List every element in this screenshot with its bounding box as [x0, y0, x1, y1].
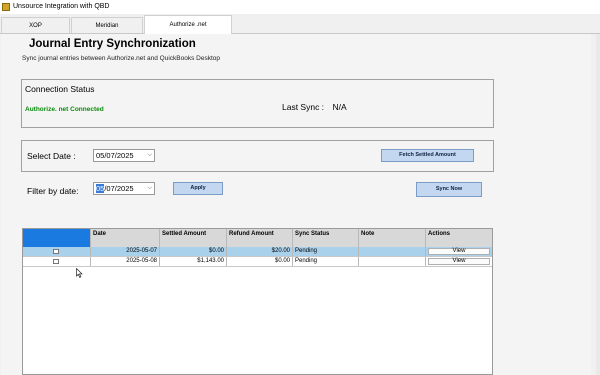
- select-date-label: Select Date :: [27, 151, 76, 161]
- select-date-value: 05/07/2025: [96, 151, 134, 160]
- page-subtitle: Sync journal entries between Authorize.n…: [22, 55, 221, 62]
- tab-meridian[interactable]: Meridian: [71, 17, 143, 33]
- app-icon: [2, 3, 10, 11]
- chevron-down-icon[interactable]: ⌵: [147, 150, 152, 161]
- actions-cell: View: [426, 247, 492, 256]
- window-edge: [596, 34, 600, 375]
- date-cell: 2025-05-07: [91, 247, 160, 256]
- tab-xop[interactable]: XOP: [1, 17, 70, 33]
- view-button[interactable]: View: [428, 248, 490, 255]
- fetch-settled-amount-button[interactable]: Fetch Settled Amount: [381, 149, 474, 162]
- connection-status-title: Connection Status: [25, 84, 95, 94]
- note-cell[interactable]: [359, 247, 426, 256]
- row-checkbox[interactable]: [53, 249, 59, 254]
- note-cell[interactable]: [359, 257, 426, 266]
- tab-strip: XOP Meridian Authorize .net: [0, 14, 600, 34]
- grid-header-date[interactable]: Date: [91, 229, 160, 247]
- select-date-picker[interactable]: 05/07/2025 ⌵: [93, 149, 155, 162]
- filter-by-date-label: Filter by date:: [27, 186, 79, 196]
- grid-header-row: Date Settled Amount Refund Amount Sync S…: [23, 229, 492, 247]
- refund-amount-cell: $20.00: [227, 247, 293, 256]
- grid-header-refund-amount[interactable]: Refund Amount: [227, 229, 293, 247]
- row-checkbox[interactable]: [53, 259, 59, 264]
- mouse-cursor-icon: [76, 268, 83, 278]
- date-cell: 2025-05-08: [91, 257, 160, 266]
- grid-header-actions[interactable]: Actions: [426, 229, 492, 247]
- connection-state-text: Authorize. net Connected: [25, 106, 104, 113]
- tab-authorize-net[interactable]: Authorize .net: [144, 15, 232, 34]
- last-sync-value: N/A: [332, 102, 347, 112]
- journal-entries-grid[interactable]: Date Settled Amount Refund Amount Sync S…: [22, 228, 493, 375]
- grid-header-settled-amount[interactable]: Settled Amount: [160, 229, 227, 247]
- grid-header-select[interactable]: [23, 229, 91, 247]
- sync-status-cell: Pending: [293, 247, 359, 256]
- filter-date-picker[interactable]: 05/07/2025 ⌵: [93, 182, 155, 195]
- settled-amount-cell: $1,143.00: [160, 257, 227, 266]
- table-row[interactable]: 2025-05-07 $0.00 $20.00 Pending View: [23, 247, 492, 257]
- chevron-down-icon[interactable]: ⌵: [147, 183, 152, 194]
- title-bar: Unsource Integration with QBD: [0, 0, 600, 14]
- page-title: Journal Entry Synchronization: [29, 38, 196, 50]
- window-title: Unsource Integration with QBD: [13, 3, 110, 10]
- row-select-cell[interactable]: [23, 247, 91, 256]
- table-row[interactable]: 2025-05-08 $1,143.00 $0.00 Pending View: [23, 257, 492, 267]
- last-sync-label: Last Sync :: [282, 102, 325, 112]
- view-button[interactable]: View: [428, 258, 490, 265]
- last-sync: Last Sync : N/A: [282, 102, 347, 112]
- actions-cell: View: [426, 257, 492, 266]
- refund-amount-cell: $0.00: [227, 257, 293, 266]
- row-select-cell[interactable]: [23, 257, 91, 266]
- filter-date-rest: /07/2025: [104, 184, 134, 193]
- sync-now-button[interactable]: Sync Now: [416, 182, 482, 197]
- grid-header-sync-status[interactable]: Sync Status: [293, 229, 359, 247]
- sync-status-cell: Pending: [293, 257, 359, 266]
- settled-amount-cell: $0.00: [160, 247, 227, 256]
- apply-button[interactable]: Apply: [173, 182, 223, 195]
- grid-header-note[interactable]: Note: [359, 229, 426, 247]
